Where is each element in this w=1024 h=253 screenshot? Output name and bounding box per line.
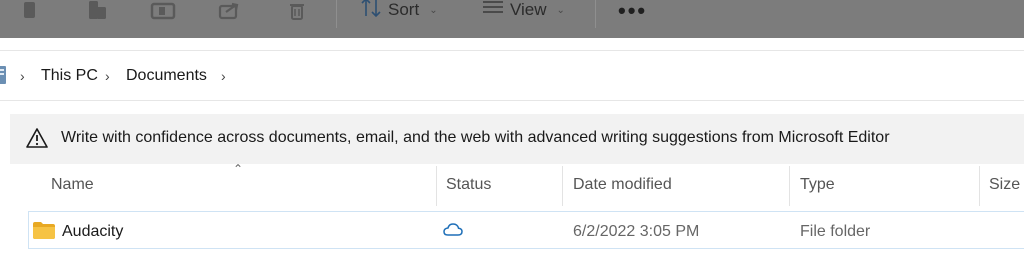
banner-message: Write with confidence across documents, … xyxy=(61,129,890,146)
column-divider[interactable] xyxy=(562,166,563,206)
delete-icon[interactable] xyxy=(287,0,307,22)
chevron-right-icon[interactable]: › xyxy=(221,68,226,84)
column-divider[interactable] xyxy=(789,166,790,206)
toolbar-divider xyxy=(595,0,596,28)
cloud-icon xyxy=(443,223,463,237)
column-header-type[interactable]: Type xyxy=(800,176,835,194)
chevron-right-icon: › xyxy=(105,68,110,84)
sort-button[interactable]: Sort ⌄ xyxy=(360,0,438,20)
chevron-down-icon: ⌄ xyxy=(429,4,438,16)
sort-label: Sort xyxy=(388,0,420,19)
column-header-status[interactable]: Status xyxy=(446,176,491,194)
warning-icon xyxy=(26,127,48,149)
column-header-size[interactable]: Size xyxy=(989,176,1020,194)
view-label: View xyxy=(510,0,547,19)
view-icon xyxy=(482,0,504,21)
table-row[interactable] xyxy=(28,211,1024,249)
column-header-name[interactable]: Name xyxy=(51,176,94,194)
breadcrumb-this-pc[interactable]: This PC xyxy=(41,67,98,85)
folder-icon xyxy=(33,222,55,239)
divider xyxy=(0,50,1024,51)
rename-icon[interactable] xyxy=(150,0,176,22)
more-options-button[interactable]: ••• xyxy=(618,0,647,24)
sort-indicator-icon: ⌃ xyxy=(233,162,244,176)
column-divider[interactable] xyxy=(979,166,980,206)
breadcrumb-documents[interactable]: Documents xyxy=(126,67,207,85)
editor-banner[interactable]: Write with confidence across documents, … xyxy=(10,114,1024,164)
file-name[interactable]: Audacity xyxy=(62,223,123,241)
copy-icon[interactable] xyxy=(86,0,108,22)
column-header-date-modified[interactable]: Date modified xyxy=(573,176,672,194)
sort-icon xyxy=(360,0,382,23)
chevron-right-icon: › xyxy=(20,68,25,84)
date-modified-cell: 6/2/2022 3:05 PM xyxy=(573,223,700,240)
toolbar-divider xyxy=(336,0,337,28)
view-button[interactable]: View ⌄ xyxy=(482,0,565,20)
chevron-down-icon: ⌄ xyxy=(556,4,565,16)
divider xyxy=(0,100,1024,101)
share-icon[interactable] xyxy=(218,0,242,22)
new-icon[interactable] xyxy=(20,0,38,22)
command-bar: Sort ⌄ View ⌄ ••• xyxy=(0,0,1024,38)
this-pc-icon[interactable] xyxy=(0,66,8,84)
column-divider[interactable] xyxy=(436,166,437,206)
type-cell: File folder xyxy=(800,223,871,240)
